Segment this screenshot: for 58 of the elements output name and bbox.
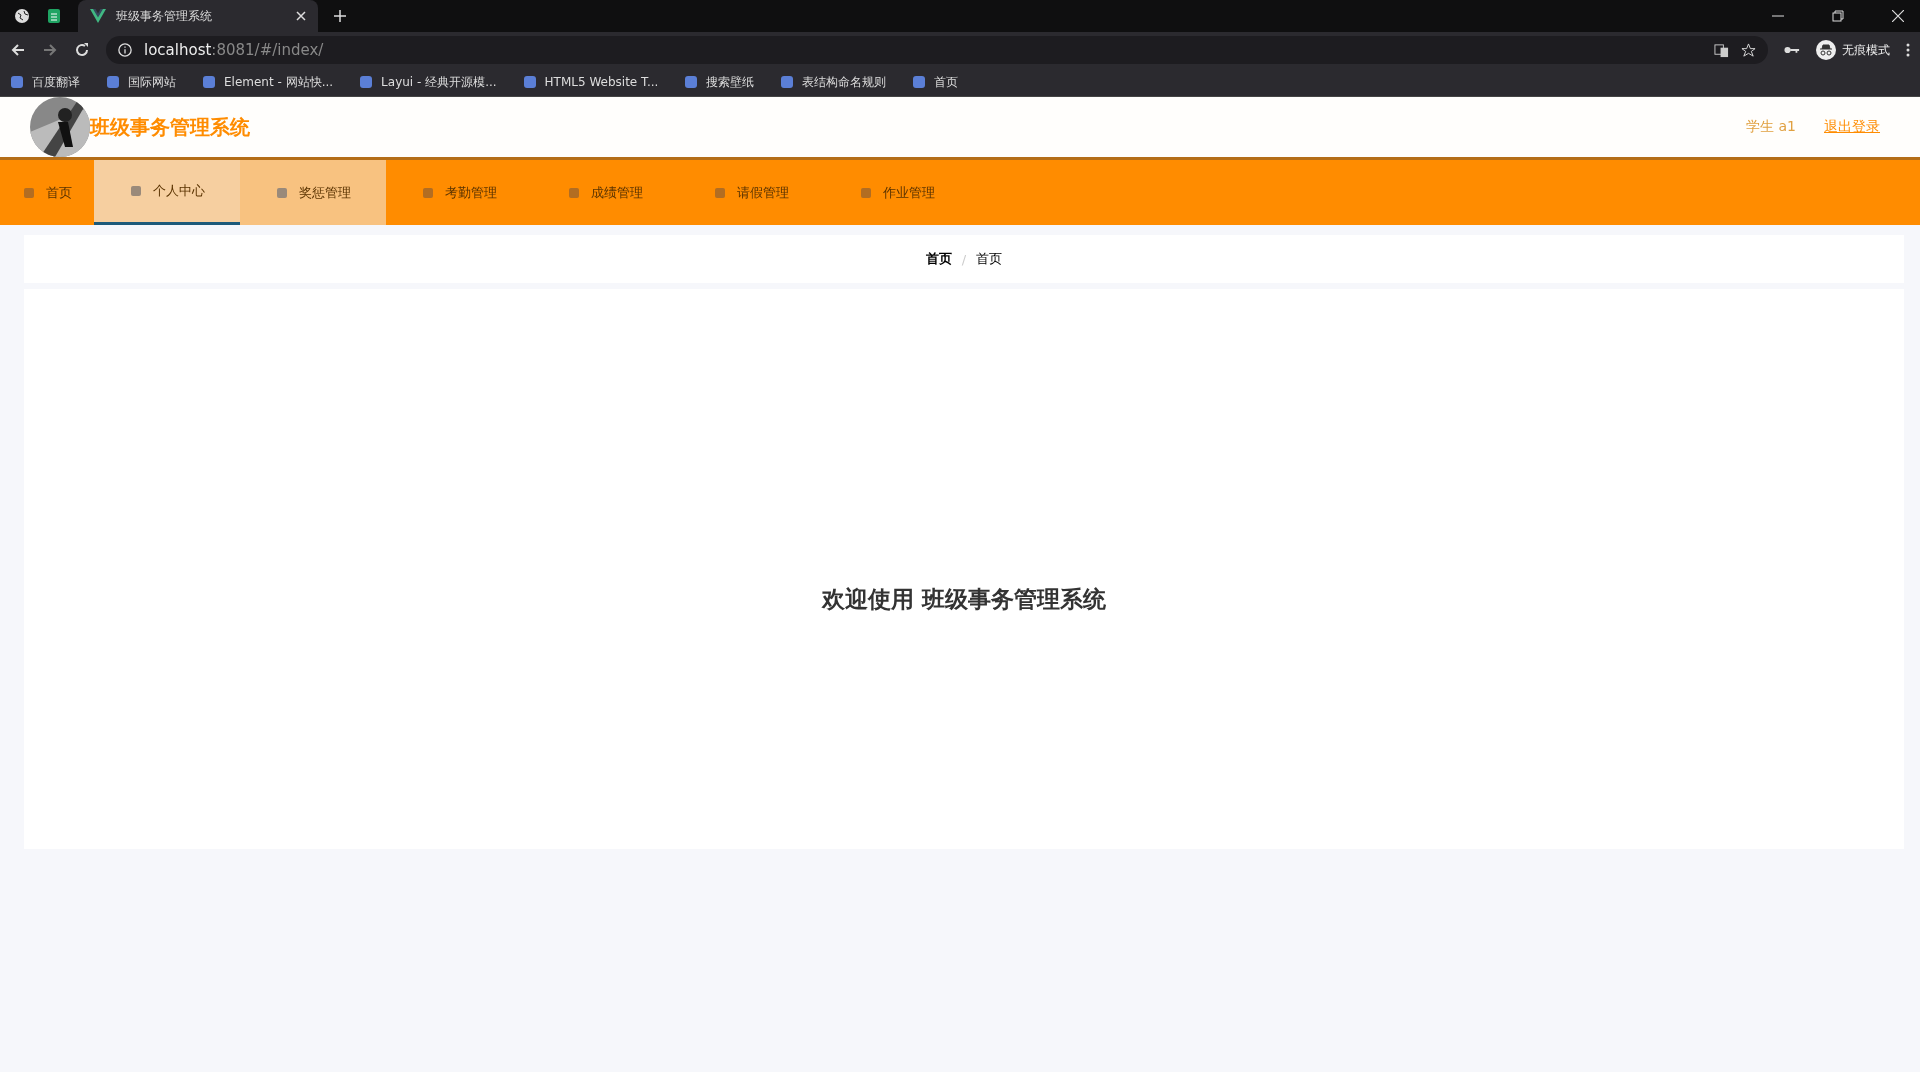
breadcrumb-separator: / <box>961 251 967 267</box>
back-arrow-icon[interactable] <box>10 42 26 58</box>
close-icon[interactable] <box>296 11 306 21</box>
user-name: 学生 a1 <box>1746 118 1796 136</box>
incognito-profile[interactable]: 无痕模式 <box>1816 40 1890 60</box>
bookmark[interactable]: 首页 <box>912 73 959 91</box>
bookmark-icon <box>912 75 927 89</box>
star-icon[interactable] <box>1741 42 1756 58</box>
breadcrumb-item: 首页 <box>976 250 1003 268</box>
breadcrumb-item[interactable]: 首页 <box>925 250 952 268</box>
sheet-icon[interactable] <box>46 8 62 24</box>
restore-icon[interactable] <box>1832 10 1844 22</box>
nav-tab[interactable]: 作业管理 <box>824 160 970 225</box>
menu-item-icon <box>421 185 435 200</box>
url-path: :8081/#/index/ <box>211 41 324 59</box>
translate-icon[interactable] <box>1714 42 1729 58</box>
bookmark[interactable]: 搜索壁纸 <box>684 73 755 91</box>
welcome-heading: 欢迎使用 班级事务管理系统 <box>822 584 1106 614</box>
bookmark[interactable]: 国际网站 <box>106 73 176 91</box>
nav-tab[interactable]: 请假管理 <box>678 160 824 225</box>
bookmark-icon <box>780 75 795 89</box>
more-icon[interactable] <box>1906 43 1910 57</box>
bookmark-icon <box>359 75 374 89</box>
bookmark[interactable]: Layui - 经典开源模... <box>359 73 497 91</box>
key-icon[interactable] <box>1784 45 1800 55</box>
incognito-icon <box>1816 40 1836 60</box>
menu-item-icon <box>567 185 581 200</box>
bookmark-icon <box>202 75 216 89</box>
bookmark-icon <box>106 75 120 89</box>
bookmark-icon <box>522 75 537 89</box>
bookmark-icon <box>684 75 699 89</box>
nav-tab[interactable]: 首页 <box>0 160 94 225</box>
menu-item-icon <box>859 185 873 200</box>
menu-item-icon <box>129 184 143 198</box>
address-bar[interactable]: localhost:8081/#/index/ <box>106 36 1768 64</box>
nav-tab[interactable]: 奖惩管理 <box>240 160 386 225</box>
new-tab-icon[interactable] <box>334 10 346 22</box>
menu-item-icon <box>713 185 727 200</box>
globe-icon[interactable] <box>14 8 30 24</box>
menu-item-icon <box>275 185 289 200</box>
vue-logo-icon <box>90 9 106 23</box>
bookmark[interactable]: Element - 网站快... <box>202 73 334 91</box>
bookmark-icon <box>10 75 24 89</box>
nav-tab[interactable]: 成绩管理 <box>532 160 678 225</box>
tab-title: 班级事务管理系统 <box>116 7 213 25</box>
bookmark[interactable]: 表结构命名规则 <box>780 73 887 91</box>
site-title: 班级事务管理系统 <box>90 113 250 141</box>
url-host: localhost <box>144 41 212 59</box>
browser-tab[interactable]: 班级事务管理系统 <box>78 0 318 32</box>
nav-tab[interactable]: 考勤管理 <box>386 160 532 225</box>
bookmark[interactable]: 百度翻译 <box>10 73 80 91</box>
forward-arrow-icon[interactable] <box>42 42 58 58</box>
info-icon <box>118 43 132 57</box>
close-icon[interactable] <box>1892 10 1904 22</box>
bookmark[interactable]: HTML5 Website T... <box>522 75 659 89</box>
menu-item-icon <box>22 185 36 200</box>
reload-icon[interactable] <box>74 42 90 58</box>
nav-tab[interactable]: 个人中心 <box>94 160 240 225</box>
